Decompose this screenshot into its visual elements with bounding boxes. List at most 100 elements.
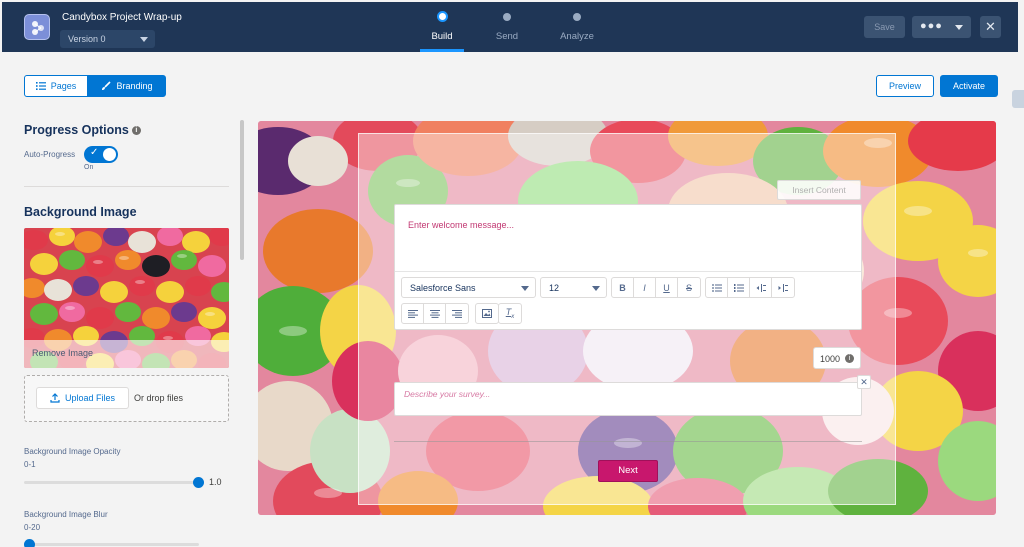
bulleted-list-button[interactable] (706, 278, 728, 297)
tab-branding[interactable]: Branding (88, 75, 166, 97)
app-logo-icon (24, 14, 50, 40)
italic-button[interactable]: I (634, 278, 656, 297)
upload-icon (50, 393, 60, 403)
strikethrough-icon: S (685, 282, 692, 293)
opacity-value: 1.0 (209, 477, 222, 487)
file-dropzone[interactable]: Upload Files Or drop files (24, 375, 229, 422)
outdent-button[interactable] (750, 278, 772, 297)
auto-progress-toggle[interactable]: ✓ (84, 146, 118, 163)
auto-progress-state: On (84, 164, 94, 171)
blur-slider-track[interactable] (24, 543, 199, 546)
font-family-select[interactable]: Salesforce Sans (401, 277, 536, 298)
step-dot-icon (503, 13, 511, 21)
close-icon[interactable]: ✕ (857, 375, 871, 389)
list-format-group (705, 277, 795, 298)
image-group (475, 303, 499, 324)
font-size-value: 12 (549, 283, 560, 293)
progress-options-heading: Progress Options i (24, 123, 141, 137)
close-icon: ✕ (985, 19, 996, 34)
background-image-title: Background Image (24, 205, 137, 219)
clear-formatting-button[interactable]: Tx (499, 304, 521, 323)
align-left-button[interactable] (402, 304, 424, 323)
top-bar: Candybox Project Wrap-up Version 0 Build… (2, 2, 1018, 52)
welcome-message-placeholder: Enter welcome message... (408, 220, 515, 230)
blur-label: Background Image Blur (24, 510, 108, 519)
card-divider (394, 441, 862, 442)
opacity-label: Background Image Opacity (24, 447, 121, 456)
opacity-slider-handle[interactable] (193, 477, 204, 488)
bold-icon: B (619, 282, 626, 293)
survey-preview-canvas: Insert Content Enter welcome message... … (258, 121, 996, 515)
italic-icon: I (643, 282, 646, 293)
step-active-dot-icon (437, 11, 448, 22)
check-icon: ✓ (90, 147, 99, 158)
step-analyze[interactable]: Analyze (547, 2, 607, 52)
panel-scrollbar[interactable] (240, 120, 244, 260)
font-size-select[interactable]: 12 (540, 277, 607, 298)
survey-title: Candybox Project Wrap-up (62, 12, 182, 23)
step-send[interactable]: Send (477, 2, 537, 52)
character-limit-value: 1000 (820, 354, 841, 364)
list-icon (35, 82, 46, 90)
strikethrough-button[interactable]: S (678, 278, 700, 297)
panel-collapse-handle[interactable] (1012, 90, 1024, 108)
text-format-group: B I U S (611, 277, 701, 298)
chevron-down-icon (140, 37, 148, 42)
underline-icon: U (663, 282, 670, 293)
outdent-icon (756, 283, 766, 292)
tab-branding-label: Branding (116, 81, 153, 91)
font-family-value: Salesforce Sans (410, 283, 476, 293)
more-actions-button[interactable]: ●●● (912, 16, 971, 38)
remove-image-button[interactable]: Remove Image (32, 348, 93, 358)
upload-files-label: Upload Files (64, 393, 116, 403)
align-center-button[interactable] (424, 304, 446, 323)
section-divider (24, 186, 229, 187)
align-left-icon (407, 309, 418, 318)
numbered-list-button[interactable] (728, 278, 750, 297)
clear-formatting-icon: Tx (505, 307, 515, 320)
blur-slider-handle[interactable] (24, 539, 35, 547)
drop-files-text: Or drop files (134, 393, 184, 403)
next-button[interactable]: Next (598, 460, 658, 482)
align-right-button[interactable] (446, 304, 468, 323)
align-center-icon (429, 309, 440, 318)
survey-welcome-card: Insert Content Enter welcome message... … (358, 133, 896, 505)
indent-icon (778, 283, 788, 292)
align-right-icon (452, 309, 462, 318)
underline-button[interactable]: U (656, 278, 678, 297)
tab-pages[interactable]: Pages (24, 75, 88, 97)
welcome-message-editor[interactable]: Enter welcome message... Salesforce Sans… (394, 204, 862, 330)
background-image-thumbnail: Remove Image (24, 228, 229, 368)
upload-files-button[interactable]: Upload Files (36, 387, 129, 409)
more-dots-icon: ●●● (920, 20, 943, 32)
step-build[interactable]: Build (412, 2, 472, 52)
opacity-range: 0-1 (24, 460, 36, 469)
step-send-label: Send (495, 31, 519, 42)
survey-description-placeholder: Describe your survey... (404, 389, 491, 399)
close-button[interactable]: ✕ (980, 16, 1001, 38)
insert-content-button[interactable]: Insert Content (777, 180, 861, 200)
version-select[interactable]: Version 0 (60, 30, 155, 48)
brush-icon (102, 81, 112, 90)
image-icon (482, 309, 492, 318)
activate-button[interactable]: Activate (940, 75, 998, 97)
insert-image-button[interactable] (476, 304, 498, 323)
numbered-list-icon (733, 283, 744, 292)
blur-range: 0-20 (24, 523, 41, 532)
preview-button[interactable]: Preview (876, 75, 934, 97)
info-icon[interactable]: i (845, 354, 854, 363)
bulleted-list-icon (711, 283, 722, 292)
bold-button[interactable]: B (612, 278, 634, 297)
info-icon[interactable]: i (131, 126, 141, 136)
chevron-down-icon (521, 286, 529, 291)
auto-progress-label: Auto-Progress (24, 150, 76, 159)
survey-description-input[interactable]: Describe your survey... (394, 382, 862, 416)
save-button[interactable]: Save (864, 16, 905, 38)
chevron-down-icon (592, 286, 600, 291)
clear-format-group: Tx (498, 303, 522, 324)
opacity-slider-track[interactable] (24, 481, 199, 484)
step-dot-icon (573, 13, 581, 21)
version-select-value: Version 0 (68, 34, 106, 44)
toolbar-divider (395, 271, 861, 272)
indent-button[interactable] (772, 278, 794, 297)
